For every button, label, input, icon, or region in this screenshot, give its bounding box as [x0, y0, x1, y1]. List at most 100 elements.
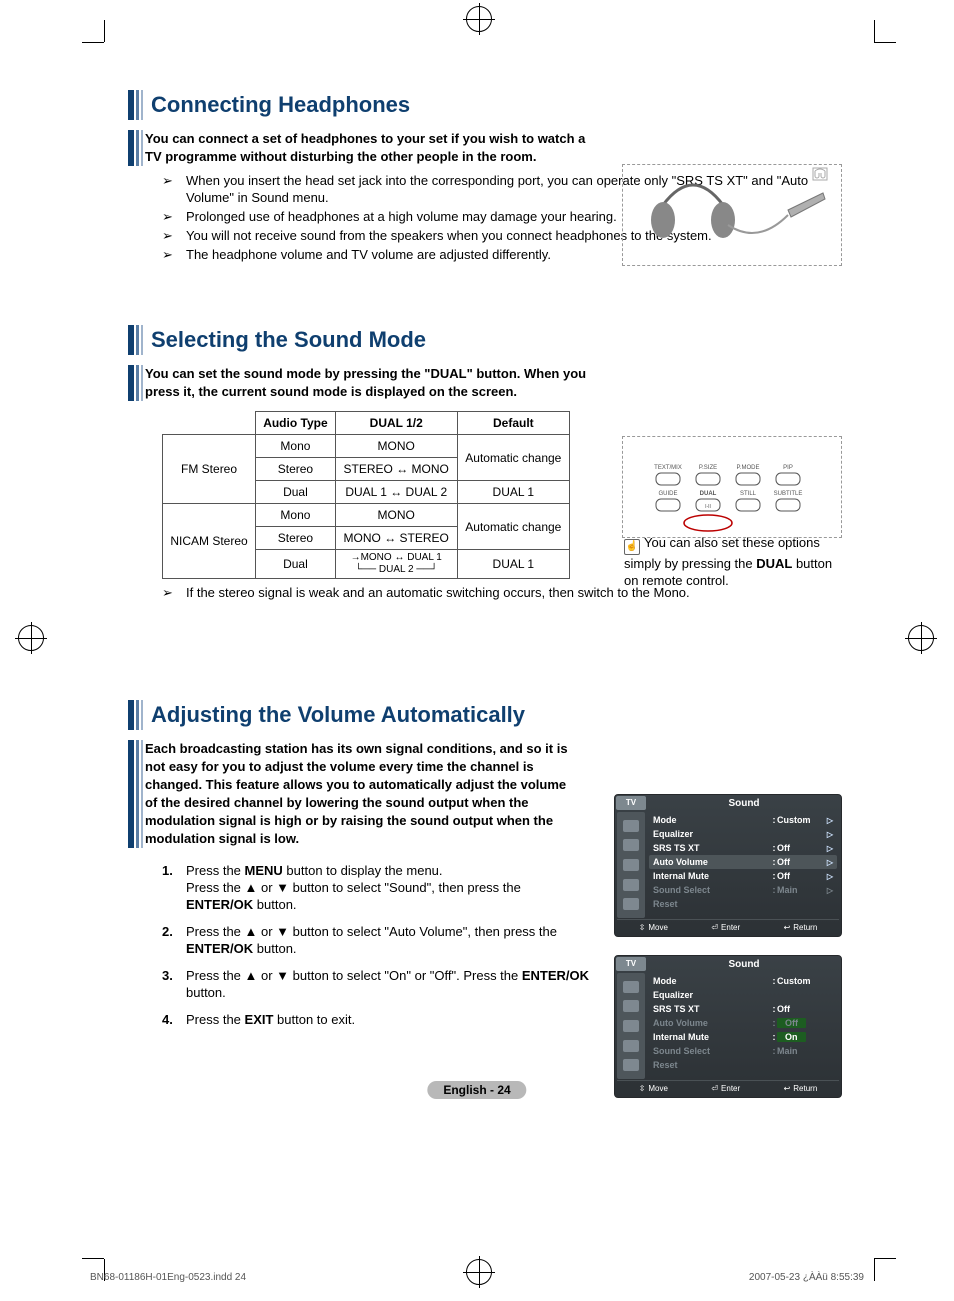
table-cell: DUAL 1 [457, 550, 569, 579]
osd-footer-return: Return [784, 923, 818, 932]
osd-row: Auto Volume:Off [649, 1016, 837, 1030]
osd-menu: TV Sound Mode:Custom▷Equalizer▷SRS TS XT… [614, 794, 842, 937]
osd-title: Sound [647, 798, 841, 809]
sidebar-icon [623, 859, 639, 871]
doc-timestamp: 2007-05-23 ¿ÀÀü 8:55:39 [749, 1272, 864, 1283]
osd-row: Auto Volume:Off▷ [649, 855, 837, 869]
sidebar-icon [623, 820, 639, 832]
osd-row-value: Custom [777, 976, 823, 986]
osd-row: Internal Mute:On [649, 1030, 837, 1044]
svg-text:DUAL: DUAL [700, 491, 717, 497]
remote-note: ☝You can also set these options simply b… [624, 534, 842, 589]
osd-row-label: SRS TS XT [653, 1004, 771, 1014]
crop-mark [82, 1258, 104, 1259]
step-item: Press the EXIT button to exit. [162, 1011, 591, 1028]
section-intro: You can set the sound mode by pressing t… [145, 365, 600, 401]
tv-badge: TV [616, 957, 646, 971]
section-accent-bars [128, 325, 145, 355]
osd-row-label: Auto Volume [653, 857, 771, 867]
osd-title: Sound [647, 959, 841, 970]
table-cell: MONO [335, 504, 457, 527]
crop-mark [104, 20, 105, 42]
section-title: Connecting Headphones [151, 90, 410, 120]
crop-mark [874, 1259, 875, 1281]
sound-mode-table: Audio Type DUAL 1/2 Default FM Stereo Mo… [162, 411, 570, 579]
osd-rows: Mode:Custom▷Equalizer▷SRS TS XT:Off▷Auto… [649, 811, 837, 913]
osd-row-value: Off [777, 843, 823, 853]
registration-mark-icon [908, 625, 934, 651]
osd-footer: Move Enter Return [617, 919, 839, 934]
table-cell: DUAL 1 [457, 481, 569, 504]
table-cell: Dual [256, 481, 336, 504]
table-cell: Dual [256, 550, 336, 579]
chevron-right-icon: ▷ [823, 886, 833, 895]
table-cell: Stereo [256, 527, 336, 550]
table-cell: Stereo [256, 458, 336, 481]
table-cell: STEREO ↔ MONO [335, 458, 457, 481]
chevron-right-icon: ▷ [823, 872, 833, 881]
section-intro: You can connect a set of headphones to y… [145, 130, 600, 166]
svg-text:PIP: PIP [783, 465, 793, 471]
table-cell: Automatic change [457, 504, 569, 550]
doc-footer: BN68-01186H-01Eng-0523.indd 24 2007-05-2… [90, 1272, 864, 1283]
osd-rows: Mode:CustomEqualizerSRS TS XT:OffAuto Vo… [649, 972, 837, 1074]
chevron-right-icon: ▷ [823, 830, 833, 839]
registration-mark-icon [466, 6, 492, 32]
osd-row-label: Auto Volume [653, 1018, 771, 1028]
svg-text:STILL: STILL [740, 491, 757, 497]
registration-mark-icon [18, 625, 44, 651]
svg-text:P.SIZE: P.SIZE [699, 465, 717, 471]
svg-text:TEXT/MIX: TEXT/MIX [654, 465, 682, 471]
table-cell: MONO ↔ STEREO [335, 527, 457, 550]
osd-row-value: Off [777, 857, 823, 867]
sidebar-icon [623, 1000, 639, 1012]
page-number: English - 24 [427, 1083, 526, 1097]
table-header: Audio Type [256, 412, 336, 435]
table-cell: Automatic change [457, 435, 569, 481]
osd-footer-enter: Enter [711, 923, 740, 932]
chevron-right-icon: ▷ [823, 844, 833, 853]
osd-footer-return: Return [784, 1084, 818, 1093]
remote-control-icon: TEXT/MIX P.SIZE P.MODE PIP GUIDE DUAL ST… [623, 437, 841, 537]
crop-mark [874, 42, 896, 43]
info-icon: ☝ [624, 539, 640, 555]
section-intro: Each broadcasting station has its own si… [145, 740, 575, 848]
table-cell: →MONO ↔ DUAL 1└── DUAL 2 ──┘ [335, 550, 457, 579]
osd-menu: TV Sound Mode:CustomEqualizerSRS TS XT:O… [614, 955, 842, 1098]
sidebar-icon [623, 1020, 639, 1032]
doc-filename: BN68-01186H-01Eng-0523.indd 24 [90, 1272, 246, 1283]
intro-accent-bars [128, 365, 145, 401]
osd-footer: Move Enter Return [617, 1080, 839, 1095]
osd-row: Equalizer▷ [649, 827, 837, 841]
sidebar-icon [623, 1040, 639, 1052]
table-header: Default [457, 412, 569, 435]
osd-row-value: Off [777, 871, 823, 881]
table-cell: Mono [256, 504, 336, 527]
svg-text:P.MODE: P.MODE [737, 465, 760, 471]
sidebar-icon [623, 879, 639, 891]
table-group: NICAM Stereo [163, 504, 256, 579]
chevron-right-icon: ▷ [823, 858, 833, 867]
osd-row: Sound Select:Main [649, 1044, 837, 1058]
osd-row-label: Reset [653, 1060, 771, 1070]
osd-row: Reset [649, 897, 837, 911]
osd-row-value: Main [777, 1046, 823, 1056]
table-cell: MONO [335, 435, 457, 458]
osd-row-label: Mode [653, 815, 771, 825]
osd-sidebar [617, 812, 645, 918]
headphone-diagram [622, 164, 842, 266]
osd-row-value: Off [777, 1004, 823, 1014]
osd-row-label: Equalizer [653, 990, 771, 1000]
osd-footer-enter: Enter [711, 1084, 740, 1093]
sidebar-icon [623, 898, 639, 910]
osd-row-label: SRS TS XT [653, 843, 771, 853]
osd-row: Internal Mute:Off▷ [649, 869, 837, 883]
sidebar-icon [623, 981, 639, 993]
table-group: FM Stereo [163, 435, 256, 504]
osd-row-value: Off [777, 1018, 823, 1028]
osd-row: SRS TS XT:Off [649, 1002, 837, 1016]
osd-footer-move: Move [639, 1084, 668, 1093]
step-item: Press the ▲ or ▼ button to select "Auto … [162, 923, 591, 957]
svg-text:SUBTITLE: SUBTITLE [774, 491, 803, 497]
step-item: Press the MENU button to display the men… [162, 862, 591, 913]
